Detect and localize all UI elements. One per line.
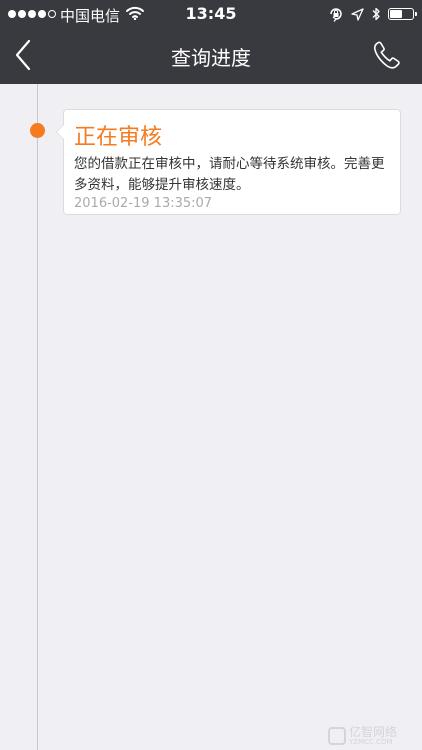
battery-icon	[388, 8, 417, 20]
phone-icon	[373, 41, 400, 69]
page-title: 查询进度	[171, 46, 251, 70]
call-button[interactable]	[372, 40, 402, 70]
status-timestamp: 2016-02-19 13:35:07	[74, 196, 213, 211]
watermark-logo: 亿智网络 YZMCC.COM	[328, 724, 418, 748]
watermark-text: 亿智网络	[349, 725, 398, 739]
status-icons	[328, 6, 417, 22]
battery-level	[390, 10, 402, 18]
timeline-line	[37, 84, 38, 750]
bluetooth-icon	[372, 7, 380, 21]
watermark-mark-icon	[328, 727, 346, 745]
location-icon	[351, 7, 364, 21]
watermark-subtext: YZMCC.COM	[349, 738, 393, 746]
app-header: 中国电信 13:45 查询进度	[0, 0, 422, 84]
progress-card: 正在审核 您的借款正在审核中，请耐心等待系统审核。完善更多资料，能够提升审核速度…	[56, 109, 401, 215]
timeline-status-dot	[30, 123, 45, 138]
nav-bar: 查询进度	[0, 28, 422, 84]
card-pointer-inner	[57, 125, 64, 139]
status-description: 您的借款正在审核中，请耐心等待系统审核。完善更多资料，能够提升审核速度。	[74, 156, 385, 193]
status-title: 正在审核	[74, 125, 163, 150]
status-bar: 中国电信 13:45	[0, 0, 422, 28]
rotation-lock-icon	[330, 8, 342, 22]
